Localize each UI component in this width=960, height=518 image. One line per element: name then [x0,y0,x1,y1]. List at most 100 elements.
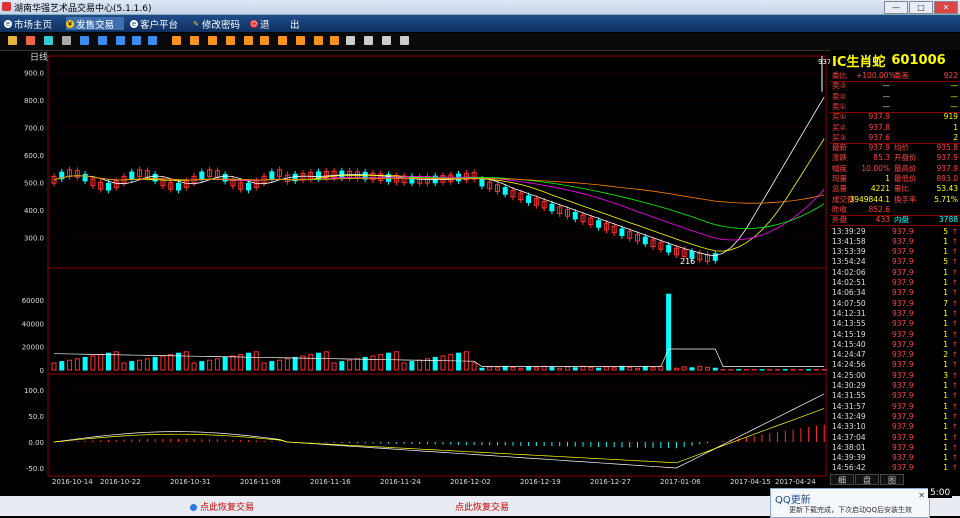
candle-body [176,183,180,190]
candle-body [83,174,87,181]
indicator-4-icon[interactable] [226,36,235,45]
price-tick: 500.0 [24,180,44,188]
tab-order[interactable]: 盘 [855,474,879,485]
maximize-icon[interactable]: □ [909,1,933,14]
volume-bar [651,368,655,370]
indicator-6-icon[interactable] [260,36,269,45]
menu-market-home[interactable]: e市场主页 [4,17,62,30]
volume-bar [254,352,258,370]
menu-client-platform[interactable]: e客户平台 [130,17,188,30]
price-tick: 700.0 [24,125,44,133]
volume-bar [75,359,79,370]
date-tick: 2016-12-02 [450,478,491,486]
volume-bar [285,359,289,370]
volume-bar [674,368,678,370]
menu-sale-trade[interactable]: ¥发售交易 [66,17,124,30]
date-tick: 2016-12-19 [520,478,561,486]
high-label: 937.9 [818,58,830,66]
tab-detail[interactable]: 细 [830,474,854,485]
bid-row: 买①937.9919 [830,112,960,121]
date-tick: 2017-04-24 [775,478,816,486]
volume-bar [519,368,523,370]
indicator-8-icon[interactable] [296,36,305,45]
period-2-icon[interactable] [98,36,107,45]
settings-icon[interactable] [400,36,409,45]
title-bar: 湖南华强艺术品交易中心(5.1.1.6) — □ ✕ [0,0,960,15]
volume-tick: 0 [40,367,44,375]
volume-bar [293,357,297,370]
menu-exit[interactable]: ⏻退 [250,17,276,30]
date-tick: 2016-12-27 [590,478,631,486]
volume-bar [153,357,157,370]
candle-body [713,254,717,261]
volume-bar [317,353,321,370]
volume-bar [106,353,110,370]
home-icon: e [4,20,12,28]
low-label: 216 [680,257,695,266]
indicator-10-icon[interactable] [330,36,339,45]
volume-bar [589,367,593,370]
date-tick: 2017-01-06 [660,478,701,486]
volume-bar [698,366,702,370]
indicator-5-icon[interactable] [244,36,253,45]
ma20-line [54,176,824,240]
volume-bar [558,368,562,370]
stat-row: 涨跌85.3开盘价937.9 [830,153,960,162]
zoom-out-icon[interactable] [364,36,373,45]
volume-bar [348,360,352,370]
price-tick: 600.0 [24,152,44,160]
volume-bar [410,362,414,370]
volume-bar [138,360,142,370]
chart-frame [48,56,826,476]
resume-trade-link-1[interactable]: 点此恢复交易 [190,500,254,513]
close-icon[interactable]: ✕ [934,1,958,14]
qq-desc: 更新下载完成，下次启动QQ后安装生效 [789,505,912,515]
tab-chart[interactable]: 图 [880,474,904,485]
volume-bar [628,367,632,370]
volume-bar [581,366,585,370]
volume-bar [262,363,266,370]
trend-icon[interactable] [26,36,35,45]
candle-body [130,172,134,179]
volume-bar [208,360,212,370]
zoom-in-icon[interactable] [346,36,355,45]
menu-change-password[interactable]: ✎修改密码 [192,17,250,30]
indicator-7-icon[interactable] [278,36,287,45]
indicator-3-icon[interactable] [208,36,217,45]
volume-bar [495,368,499,370]
minimize-icon[interactable]: — [884,1,908,14]
volume-bar [309,355,313,370]
candle-body [573,212,577,219]
resume-trade-link-2[interactable]: 点此恢复交易 [455,500,509,513]
period-1-icon[interactable] [80,36,89,45]
stock-code: 601006 [891,53,945,68]
calendar-icon[interactable] [62,36,71,45]
volume-bar [472,363,476,370]
period-5-icon[interactable] [148,36,157,45]
candle-icon[interactable] [44,36,53,45]
period-4-icon[interactable] [132,36,141,45]
power-icon: ⏻ [250,20,258,28]
draw-icon[interactable] [382,36,391,45]
period-3-icon[interactable] [116,36,125,45]
close-icon[interactable]: ✕ [918,491,925,500]
indicator-9-icon[interactable] [314,36,323,45]
candle-body [620,229,624,236]
dea-line [54,408,824,462]
ma5-line [54,97,824,256]
bar-chart-icon[interactable] [8,36,17,45]
indicator-1-icon[interactable] [172,36,181,45]
volume-bar [355,359,359,370]
date-tick: 2016-10-31 [170,478,211,486]
trade-row: 14:31:57937.91↑ [830,402,960,411]
candle-body [667,245,671,252]
qq-update-popup[interactable]: QQ更新 ✕ 更新下载完成，下次启动QQ后安装生效 [770,488,930,518]
candle-body [106,183,110,190]
detail-tabs: 细 盘 图 [830,474,960,485]
menu-exit-2[interactable]: 出 [290,17,304,30]
volume-bar [200,362,204,370]
indicator-2-icon[interactable] [190,36,199,45]
volume-bar [565,367,569,370]
kline-chart[interactable]: 日线900.0800.0700.0600.0500.0400.0300.0600… [0,50,830,496]
ask-row: 卖③—— [830,81,960,90]
